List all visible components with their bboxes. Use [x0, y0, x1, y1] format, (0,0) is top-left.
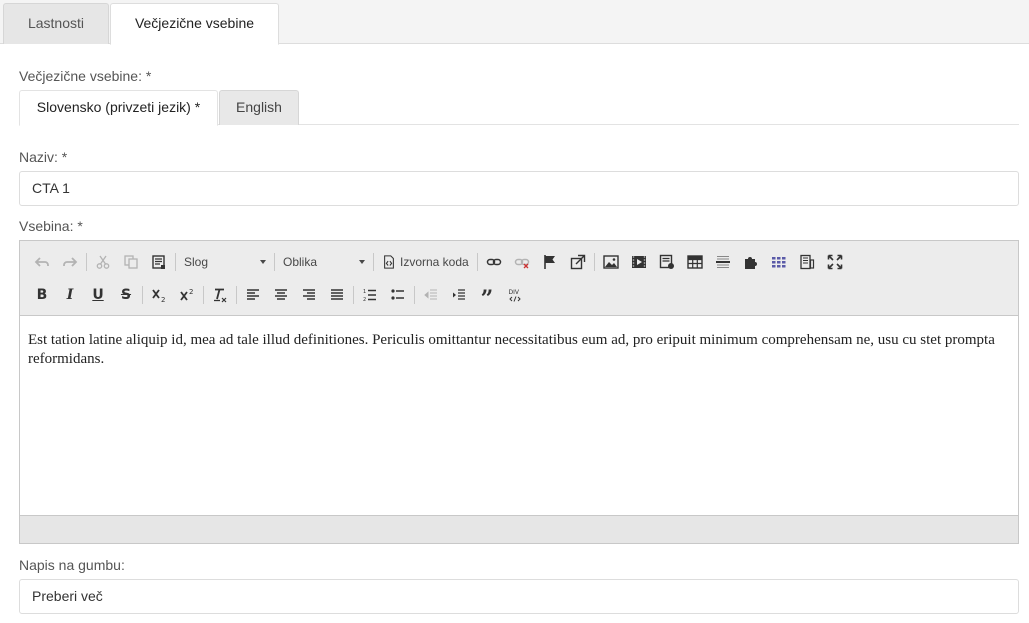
toolbar-separator	[414, 286, 415, 304]
svg-text:2: 2	[189, 288, 193, 296]
svg-text:2: 2	[161, 296, 165, 303]
toolbar-separator	[86, 253, 87, 271]
toolbar-separator	[353, 286, 354, 304]
link-icon[interactable]	[480, 249, 508, 275]
content-label: Vsebina: *	[19, 218, 83, 234]
editor-toolbar: Slog Oblika Izvorna koda B I U S 2 2 1 2…	[20, 241, 1018, 316]
format-dropdown[interactable]: Oblika	[277, 250, 371, 274]
toolbar-separator	[476, 253, 478, 271]
tab-vecjezicne-vsebine[interactable]: Večjezične vsebine	[110, 3, 279, 45]
align-right-icon[interactable]	[295, 282, 323, 308]
external-link-icon[interactable]	[564, 249, 592, 275]
source-code-label: Izvorna koda	[400, 255, 469, 269]
tab-slovensko[interactable]: Slovensko (privzeti jezik) *	[19, 90, 218, 126]
image-icon[interactable]	[597, 249, 625, 275]
align-center-icon[interactable]	[267, 282, 295, 308]
rich-text-editor: Slog Oblika Izvorna koda B I U S 2 2 1 2…	[19, 240, 1019, 544]
chevron-down-icon	[359, 260, 365, 264]
top-tab-bar: Lastnosti Večjezične vsebine	[0, 0, 1029, 45]
table-icon[interactable]	[681, 249, 709, 275]
align-left-icon[interactable]	[239, 282, 267, 308]
maximize-icon[interactable]	[821, 249, 849, 275]
source-code-button[interactable]: Izvorna koda	[376, 250, 475, 274]
align-justify-icon[interactable]	[323, 282, 351, 308]
copy-icon[interactable]	[117, 249, 145, 275]
name-input[interactable]: CTA 1	[19, 171, 1019, 206]
bold-icon[interactable]: B	[28, 282, 56, 308]
button-text-input[interactable]: Preberi več	[19, 579, 1019, 614]
undo-icon[interactable]	[28, 249, 56, 275]
cut-icon[interactable]	[89, 249, 117, 275]
svg-text:1: 1	[363, 289, 366, 295]
increase-indent-icon[interactable]	[445, 282, 473, 308]
toolbar-separator	[236, 286, 237, 304]
strikethrough-icon[interactable]: S	[112, 282, 140, 308]
div-container-icon[interactable]: DIV	[501, 282, 529, 308]
toolbar-row-2: B I U S 2 2 12 ” DIV	[28, 281, 529, 310]
blockquote-icon[interactable]: ”	[473, 282, 501, 310]
template-icon[interactable]	[793, 249, 821, 275]
toolbar-separator	[142, 286, 143, 304]
toolbar-separator	[593, 253, 595, 271]
language-tab-bar: Slovensko (privzeti jezik) * English	[19, 90, 1019, 126]
subscript-icon[interactable]: 2	[145, 282, 173, 308]
anchor-flag-icon[interactable]	[536, 249, 564, 275]
svg-text:DIV: DIV	[509, 289, 520, 296]
tab-lastnosti[interactable]: Lastnosti	[3, 3, 109, 44]
bullet-list-icon[interactable]	[384, 282, 412, 308]
superscript-icon[interactable]: 2	[173, 282, 201, 308]
remove-format-icon[interactable]	[206, 282, 234, 308]
toolbar-separator	[203, 286, 204, 304]
style-dropdown-label: Slog	[184, 255, 209, 269]
toolbar-row-1: Slog Oblika Izvorna koda	[28, 248, 849, 276]
redo-icon[interactable]	[56, 249, 84, 275]
format-dropdown-label: Oblika	[283, 255, 318, 269]
toolbar-separator	[373, 253, 374, 271]
italic-icon[interactable]: I	[56, 282, 84, 308]
video-icon[interactable]	[625, 249, 653, 275]
toolbar-separator	[175, 253, 176, 271]
plugin-puzzle-icon[interactable]	[737, 249, 765, 275]
grid-icon[interactable]	[765, 249, 793, 275]
multilang-label: Večjezične vsebine: *	[19, 68, 152, 84]
horizontal-line-icon[interactable]	[709, 249, 737, 275]
toolbar-separator	[274, 253, 275, 271]
editor-content[interactable]: Est tation latine aliquip id, mea ad tal…	[28, 331, 1008, 369]
decrease-indent-icon[interactable]	[417, 282, 445, 308]
button-text-label: Napis na gumbu:	[19, 557, 125, 573]
name-label: Naziv: *	[19, 149, 68, 165]
paste-text-icon[interactable]	[145, 249, 173, 275]
unlink-icon[interactable]	[508, 249, 536, 275]
svg-text:2: 2	[363, 297, 366, 303]
editor-status-bar	[20, 515, 1018, 543]
chevron-down-icon	[260, 260, 266, 264]
underline-icon[interactable]: U	[84, 282, 112, 308]
media-embed-icon[interactable]	[653, 249, 681, 275]
source-code-icon	[384, 255, 394, 269]
numbered-list-icon[interactable]: 12	[356, 282, 384, 308]
style-dropdown[interactable]: Slog	[178, 250, 272, 274]
tab-english[interactable]: English	[219, 90, 299, 125]
